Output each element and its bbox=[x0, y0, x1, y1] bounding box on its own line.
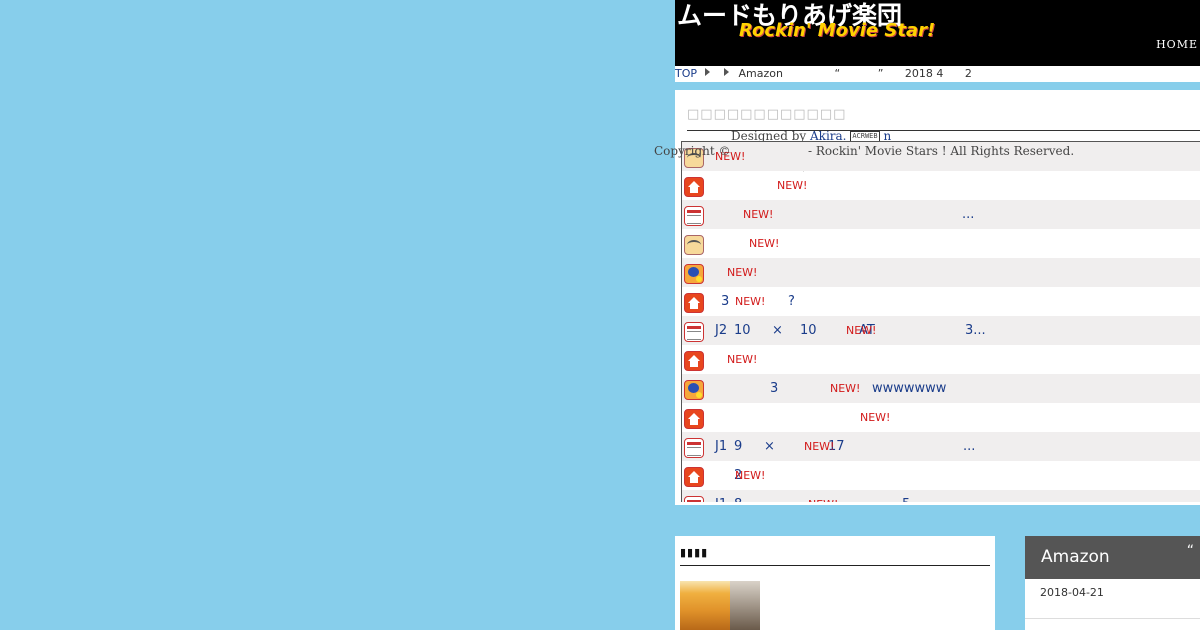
article-row[interactable]: NEW! bbox=[682, 345, 1200, 374]
article-row[interactable]: NEW! bbox=[682, 229, 1200, 258]
article-title-fragment[interactable]: J1 bbox=[715, 439, 727, 454]
amazon-widget-quote: “ bbox=[1186, 543, 1194, 559]
new-badge: NEW! bbox=[727, 353, 758, 366]
new-badge: NEW! bbox=[860, 411, 891, 424]
article-title-fragment[interactable]: 10 bbox=[800, 323, 817, 338]
article-row[interactable]: J1 9 × 17... NEW! bbox=[682, 432, 1200, 461]
site-logo[interactable]: ムードもりあげ楽団 Rockin' Movie Star! bbox=[677, 0, 935, 41]
article-title-fragment[interactable]: 3... bbox=[965, 323, 986, 338]
figure-icon bbox=[684, 264, 704, 284]
new-badge: NEW! bbox=[804, 440, 835, 453]
article-title-fragment[interactable]: 5 bbox=[902, 497, 910, 502]
breadcrumb-current-date: 2018 4 bbox=[904, 67, 944, 80]
panel-title: □□□□□□□□□□□□ bbox=[687, 107, 847, 122]
photo-background bbox=[730, 581, 760, 630]
article-title-fragment[interactable]: 8 bbox=[734, 497, 742, 502]
photo-widget-divider bbox=[680, 565, 990, 566]
article-title-fragment[interactable]: wwwwwww bbox=[872, 381, 946, 396]
home-link[interactable]: HOME bbox=[1156, 38, 1198, 51]
new-badge: NEW! bbox=[846, 324, 877, 337]
article-row[interactable]: 3? NEW! bbox=[682, 287, 1200, 316]
article-title-fragment[interactable]: ... bbox=[962, 207, 974, 222]
house-icon bbox=[684, 467, 704, 487]
house-icon bbox=[684, 177, 704, 197]
new-badge: NEW! bbox=[735, 295, 766, 308]
copyright-prefix: Copyright © bbox=[654, 144, 731, 158]
news-icon bbox=[684, 496, 704, 502]
amazon-widget-title: Amazon bbox=[1041, 547, 1110, 567]
copyright-text: - Rockin' Movie Stars ! All Rights Reser… bbox=[808, 144, 1075, 158]
article-list[interactable]: NEW! NEW!... NEW! NEW! NEW! 3? NEW! J2 10 × 10 AT 3.… bbox=[681, 141, 1200, 502]
house-icon bbox=[684, 351, 704, 371]
article-row[interactable]: NEW! bbox=[682, 403, 1200, 432]
article-row[interactable]: NEW! bbox=[682, 258, 1200, 287]
article-row[interactable]: ... NEW! bbox=[682, 200, 1200, 229]
article-title-fragment[interactable]: 10 bbox=[734, 323, 751, 338]
new-badge: NEW! bbox=[735, 469, 766, 482]
logo-english-title: Rockin' Movie Star! bbox=[739, 20, 936, 41]
article-title-fragment[interactable]: J2 bbox=[715, 323, 727, 338]
photo-widget: ▮▮▮▮ bbox=[675, 536, 995, 630]
breadcrumb-arrow-icon bbox=[705, 68, 711, 76]
breadcrumb-current-number: 2 bbox=[964, 67, 972, 80]
cat-icon bbox=[684, 235, 704, 255]
article-title-fragment[interactable]: ? bbox=[788, 294, 795, 309]
beer-photo-thumbnail[interactable] bbox=[680, 581, 760, 630]
article-row[interactable]: NEW! bbox=[682, 171, 1200, 200]
amazon-widget: Amazon “ 2018-04-21 bbox=[1025, 536, 1200, 630]
house-icon bbox=[684, 409, 704, 429]
site-header: ムードもりあげ楽団 Rockin' Movie Star! HOME bbox=[675, 0, 1200, 66]
news-icon bbox=[684, 206, 704, 226]
new-badge: NEW! bbox=[777, 179, 808, 192]
article-title-fragment[interactable]: J1 bbox=[715, 497, 727, 502]
amazon-widget-heading[interactable]: Amazon “ bbox=[1025, 536, 1200, 579]
new-badge: NEW! bbox=[749, 237, 780, 250]
house-icon bbox=[684, 293, 704, 313]
breadcrumb-top-link[interactable]: TOP bbox=[675, 67, 697, 80]
copyright-notice: Copyright © - Rockin' Movie Stars ! All … bbox=[654, 144, 1074, 158]
article-row[interactable]: 3 wwwwwww NEW! bbox=[682, 374, 1200, 403]
breadcrumb: TOP Amazon “ ” 2018 4 2 bbox=[675, 66, 1200, 82]
new-badge: NEW! bbox=[743, 208, 774, 221]
amazon-widget-date: 2018-04-21 bbox=[1040, 586, 1104, 599]
breadcrumb-current-open-quote: “ bbox=[834, 67, 841, 80]
article-title-fragment[interactable]: 3 bbox=[721, 294, 729, 309]
news-icon bbox=[684, 322, 704, 342]
breadcrumb-arrow-icon bbox=[724, 68, 730, 76]
breadcrumb-current-close-quote: ” bbox=[877, 67, 884, 80]
breadcrumb-current-amazon: Amazon bbox=[738, 67, 783, 80]
article-title-fragment[interactable]: × bbox=[764, 439, 775, 454]
article-title-fragment[interactable]: × bbox=[772, 323, 783, 338]
beer-glass-image bbox=[680, 581, 730, 630]
article-title-fragment[interactable]: ... bbox=[963, 439, 975, 454]
new-badge: NEW! bbox=[808, 498, 838, 502]
photo-widget-heading: ▮▮▮▮ bbox=[680, 546, 709, 559]
article-row[interactable]: 2 NEW! bbox=[682, 461, 1200, 490]
new-badge: NEW! bbox=[830, 382, 861, 395]
article-row[interactable]: J2 10 × 10 AT 3... NEW! bbox=[682, 316, 1200, 345]
amazon-widget-divider bbox=[1025, 618, 1200, 619]
figure-icon bbox=[684, 380, 704, 400]
article-title-fragment[interactable]: 9 bbox=[734, 439, 742, 454]
article-row[interactable]: J1 8 5 NEW! bbox=[682, 490, 1200, 502]
news-icon bbox=[684, 438, 704, 458]
new-badge: NEW! bbox=[727, 266, 758, 279]
article-title-fragment[interactable]: 3 bbox=[770, 381, 778, 396]
